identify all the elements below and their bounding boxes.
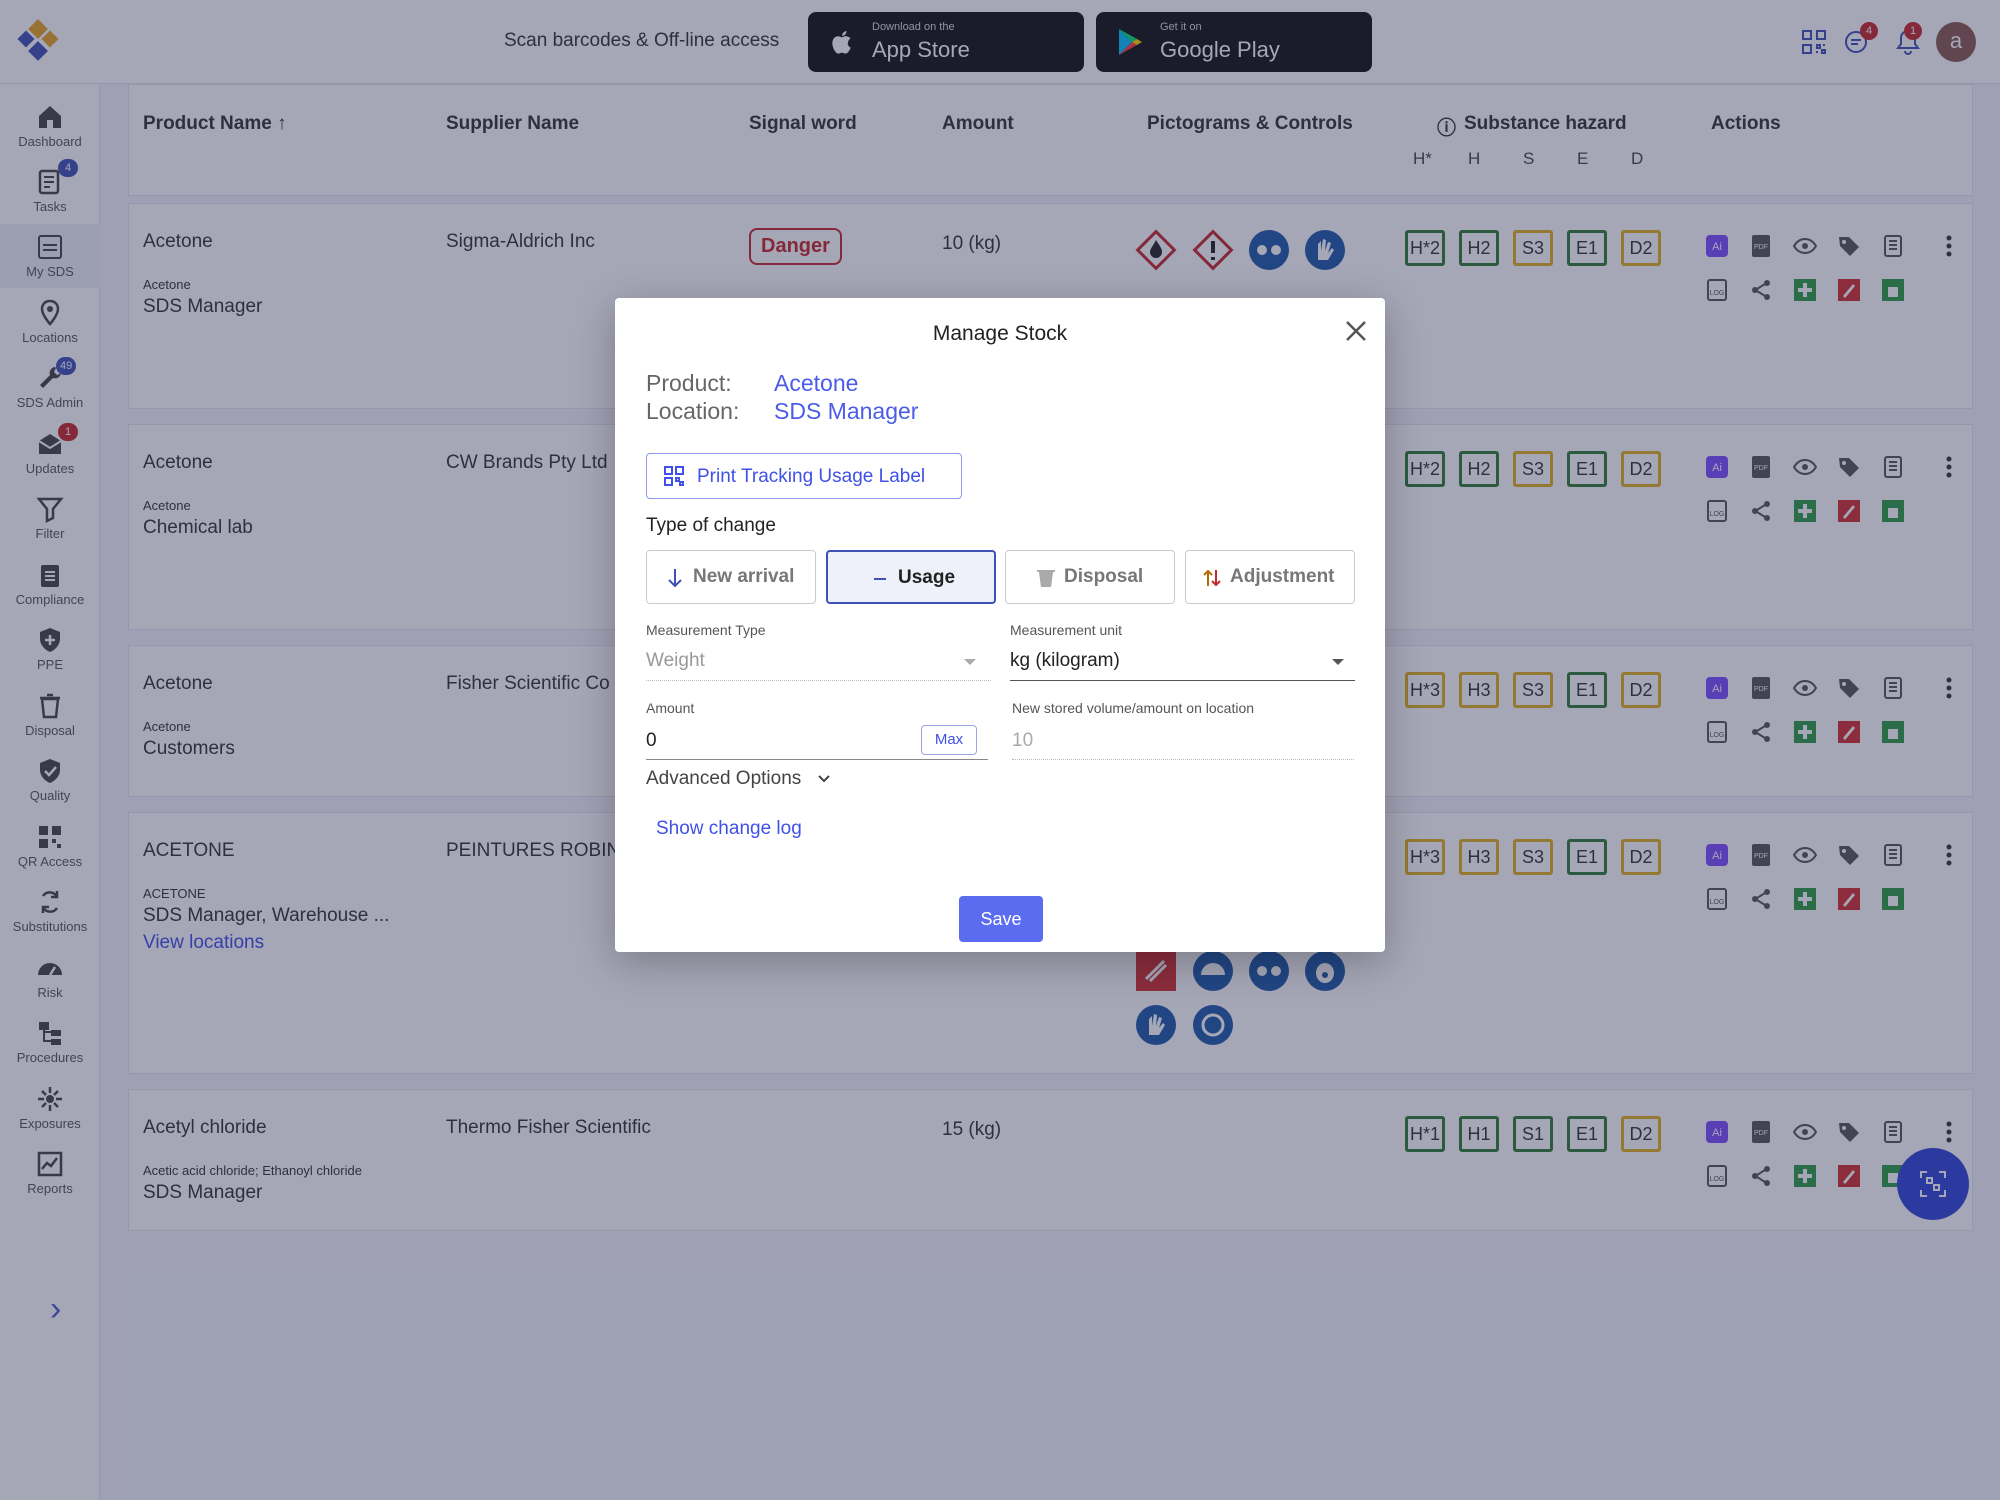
location-value: SDS Manager [774, 398, 919, 424]
amount-underline [646, 759, 988, 760]
measurement-unit-underline [1010, 680, 1355, 681]
usage-button[interactable]: Usage [826, 550, 996, 604]
show-change-log-link[interactable]: Show change log [656, 818, 802, 840]
print-tracking-label-text: Print Tracking Usage Label [697, 466, 926, 487]
advanced-options-toggle[interactable]: Advanced Options [646, 768, 831, 790]
type-of-change-label: Type of change [646, 515, 776, 536]
new-stored-amount-value: 10 [1012, 730, 1034, 751]
product-label: Product: [646, 370, 732, 396]
save-button[interactable]: Save [959, 896, 1043, 942]
usage-label: Usage [898, 567, 956, 588]
max-button[interactable]: Max [921, 725, 977, 755]
measurement-unit-select[interactable]: kg (kilogram) [1010, 650, 1120, 672]
dialog-title: Manage Stock [932, 322, 1068, 345]
measurement-unit-label: Measurement unit [1010, 622, 1123, 638]
minus-icon [874, 578, 886, 580]
swap-vertical-icon [1203, 569, 1221, 587]
disposal-button[interactable]: Disposal [1005, 550, 1175, 604]
measurement-type-label: Measurement Type [646, 622, 766, 638]
chevron-down-icon [817, 775, 830, 783]
qr-code-icon [664, 466, 684, 486]
arrow-down-icon [668, 569, 682, 588]
location-label: Location: [646, 398, 740, 424]
trash-icon [1037, 570, 1055, 587]
chevron-down-icon [964, 659, 976, 665]
close-icon[interactable] [1343, 318, 1369, 344]
adjustment-label: Adjustment [1230, 566, 1335, 587]
measurement-type-value: Weight [646, 650, 705, 671]
amount-label: Amount [646, 700, 695, 716]
new-arrival-button[interactable]: New arrival [646, 550, 816, 604]
product-value: Acetone [774, 370, 859, 396]
print-tracking-label-button[interactable]: Print Tracking Usage Label [646, 453, 962, 499]
adjustment-button[interactable]: Adjustment [1185, 550, 1355, 604]
new-arrival-label: New arrival [693, 566, 795, 587]
manage-stock-dialog: Manage Stock Product: Acetone Location: … [615, 298, 1385, 952]
new-stored-underline [1012, 759, 1354, 760]
disposal-label: Disposal [1064, 566, 1144, 587]
measurement-type-underline [646, 680, 991, 681]
chevron-down-icon[interactable] [1331, 657, 1345, 667]
advanced-options-label: Advanced Options [646, 768, 802, 789]
amount-input[interactable]: 0 [646, 730, 657, 752]
new-stored-amount-label: New stored volume/amount on location [1012, 700, 1255, 716]
